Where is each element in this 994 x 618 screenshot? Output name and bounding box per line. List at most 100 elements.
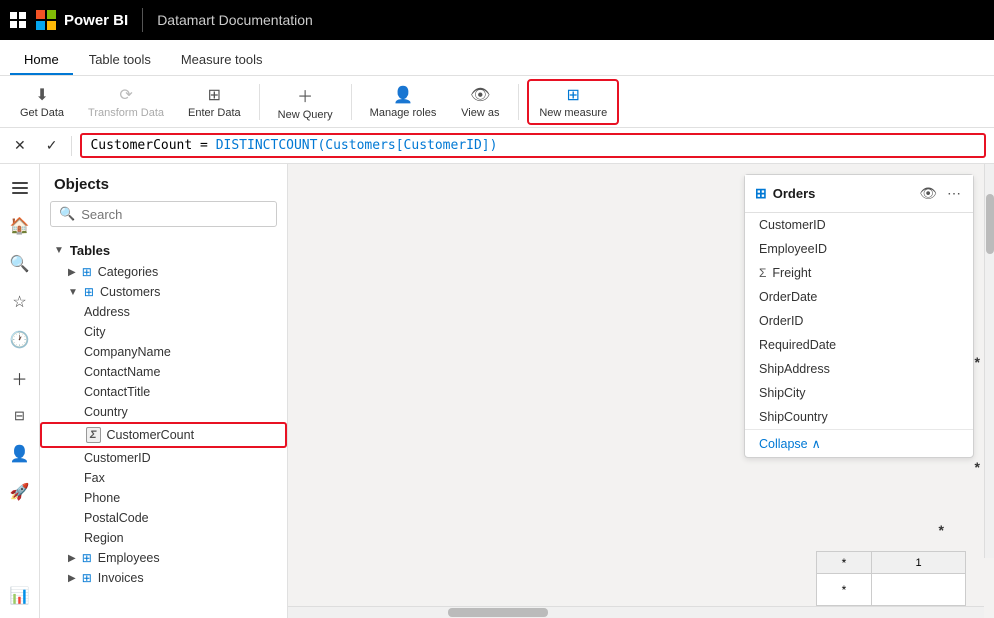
tree-item-customercount[interactable]: Σ CustomerCount (40, 422, 287, 448)
top-divider (142, 8, 143, 32)
collapse-chevron-icon: ∧ (812, 436, 821, 451)
horizontal-scrollbar[interactable] (288, 606, 984, 618)
orders-title-label: Orders (773, 186, 816, 201)
tree-item-invoices[interactable]: ▶ ⊞ Invoices (40, 568, 287, 588)
v-scrollbar-thumb[interactable] (986, 194, 994, 254)
new-measure-button[interactable]: ⊞ New measure (527, 79, 619, 125)
search-nav-icon[interactable]: 🔍 (2, 246, 38, 282)
orders-preview-icon[interactable]: 👁 (917, 183, 939, 204)
search-box[interactable]: 🔍 (50, 201, 277, 227)
customercount-measure-icon: Σ (86, 427, 101, 443)
separator-2 (351, 84, 352, 120)
get-data-button[interactable]: ⬇ Get Data (10, 81, 74, 123)
collapse-label: Collapse (759, 437, 808, 451)
orders-field-shipcity[interactable]: ShipCity (745, 381, 973, 405)
metrics-icon[interactable]: 📊 (2, 578, 38, 614)
new-query-label: New Query (278, 109, 333, 121)
tree-item-contactname[interactable]: ContactName (40, 362, 287, 382)
tree-item-phone[interactable]: Phone (40, 488, 287, 508)
employeeid-field-label: EmployeeID (759, 242, 827, 256)
orders-field-employeeid[interactable]: EmployeeID (745, 237, 973, 261)
shipaddress-field-label: ShipAddress (759, 362, 830, 376)
tables-section-header[interactable]: ▼ Tables (40, 239, 287, 262)
formula-cancel-button[interactable]: ✕ (8, 135, 32, 156)
workspaces-icon[interactable]: 👤 (2, 436, 38, 472)
tree-item-fax[interactable]: Fax (40, 468, 287, 488)
tab-table-tools[interactable]: Table tools (75, 46, 165, 75)
hamburger-menu-icon[interactable] (2, 170, 38, 206)
orders-field-customerid[interactable]: CustomerID (745, 213, 973, 237)
customers-chevron: ▼ (68, 287, 78, 298)
favorites-icon[interactable]: ☆ (2, 284, 38, 320)
orders-field-requireddate[interactable]: RequiredDate (745, 333, 973, 357)
customerid-field-label: CustomerID (759, 218, 826, 232)
microsoft-logo: Power BI (36, 10, 128, 30)
new-measure-icon: ⊞ (567, 85, 580, 105)
orders-field-orderid[interactable]: OrderID (745, 309, 973, 333)
asterisk-right2: * (975, 459, 980, 475)
grid-menu-icon[interactable] (10, 12, 26, 28)
orders-more-icon[interactable]: ⋯ (945, 183, 963, 204)
tree-item-employees[interactable]: ▶ ⊞ Employees (40, 548, 287, 568)
tree-item-categories[interactable]: ▶ ⊞ Categories (40, 262, 287, 282)
orders-table-icon: ⊞ (755, 185, 767, 202)
tree-area: ▼ Tables ▶ ⊞ Categories ▼ ⊞ Customers (40, 235, 287, 618)
search-input[interactable] (81, 207, 268, 222)
recent-icon[interactable]: 🕐 (2, 322, 38, 358)
tree-item-contacttitle[interactable]: ContactTitle (40, 382, 287, 402)
grid-bottom-left: * (817, 574, 872, 605)
phone-label: Phone (84, 491, 120, 505)
tables-chevron: ▼ (54, 245, 64, 256)
tree-item-companyname[interactable]: CompanyName (40, 342, 287, 362)
tree-item-postalcode[interactable]: PostalCode (40, 508, 287, 528)
separator-1 (259, 84, 260, 120)
manage-roles-button[interactable]: 👤 Manage roles (360, 81, 447, 123)
city-label: City (84, 325, 106, 339)
home-icon[interactable]: 🏠 (2, 208, 38, 244)
tab-home[interactable]: Home (10, 46, 73, 75)
customercount-label: CustomerCount (107, 428, 195, 442)
orders-field-shipcountry[interactable]: ShipCountry (745, 405, 973, 429)
grid-bottom-right (872, 574, 965, 605)
get-data-label: Get Data (20, 107, 64, 119)
orders-card: ⊞ Orders 👁 ⋯ CustomerID EmployeeID Σ Fre… (744, 174, 974, 458)
formula-confirm-button[interactable]: ✓ (40, 135, 64, 156)
new-query-button[interactable]: ＋ New Query (268, 79, 343, 125)
customers-table-icon: ⊞ (84, 285, 94, 299)
tree-item-city[interactable]: City (40, 322, 287, 342)
tree-item-customerid[interactable]: CustomerID (40, 448, 287, 468)
orders-field-shipaddress[interactable]: ShipAddress (745, 357, 973, 381)
employees-label: Employees (98, 551, 160, 565)
separator-3 (518, 84, 519, 120)
tables-label: Tables (70, 243, 110, 258)
freight-field-label: Freight (772, 266, 811, 280)
tree-item-address[interactable]: Address (40, 302, 287, 322)
collapse-button[interactable]: Collapse ∧ (745, 429, 973, 457)
tree-item-customers[interactable]: ▼ ⊞ Customers (40, 282, 287, 302)
orderid-field-label: OrderID (759, 314, 803, 328)
enter-data-button[interactable]: ⊞ Enter Data (178, 81, 251, 123)
create-icon[interactable]: ＋ (2, 360, 38, 396)
customerid-label: CustomerID (84, 451, 151, 465)
transform-data-button[interactable]: ⟳ Transform Data (78, 81, 174, 123)
tab-measure-tools[interactable]: Measure tools (167, 46, 277, 75)
asterisk-right: * (975, 354, 980, 370)
h-scrollbar-thumb[interactable] (448, 608, 548, 617)
ms-logo-svg (36, 10, 56, 30)
tree-item-country[interactable]: Country (40, 402, 287, 422)
contacttitle-label: ContactTitle (84, 385, 150, 399)
categories-chevron: ▶ (68, 267, 76, 278)
orders-field-freight[interactable]: Σ Freight (745, 261, 973, 285)
apps-icon[interactable]: ⊟ (2, 398, 38, 434)
invoices-chevron: ▶ (68, 573, 76, 584)
vertical-scrollbar[interactable] (984, 164, 994, 558)
learn-icon[interactable]: 🚀 (2, 474, 38, 510)
employees-chevron: ▶ (68, 553, 76, 564)
view-as-button[interactable]: 👁 View as (450, 81, 510, 123)
region-label: Region (84, 531, 124, 545)
top-bar: Power BI Datamart Documentation (0, 0, 994, 40)
orders-field-orderdate[interactable]: OrderDate (745, 285, 973, 309)
tree-item-region[interactable]: Region (40, 528, 287, 548)
formula-input-field[interactable]: CustomerCount = DISTINCTCOUNT(Customers[… (80, 133, 986, 158)
canvas-area: ⊞ Orders 👁 ⋯ CustomerID EmployeeID Σ Fre… (288, 164, 994, 618)
